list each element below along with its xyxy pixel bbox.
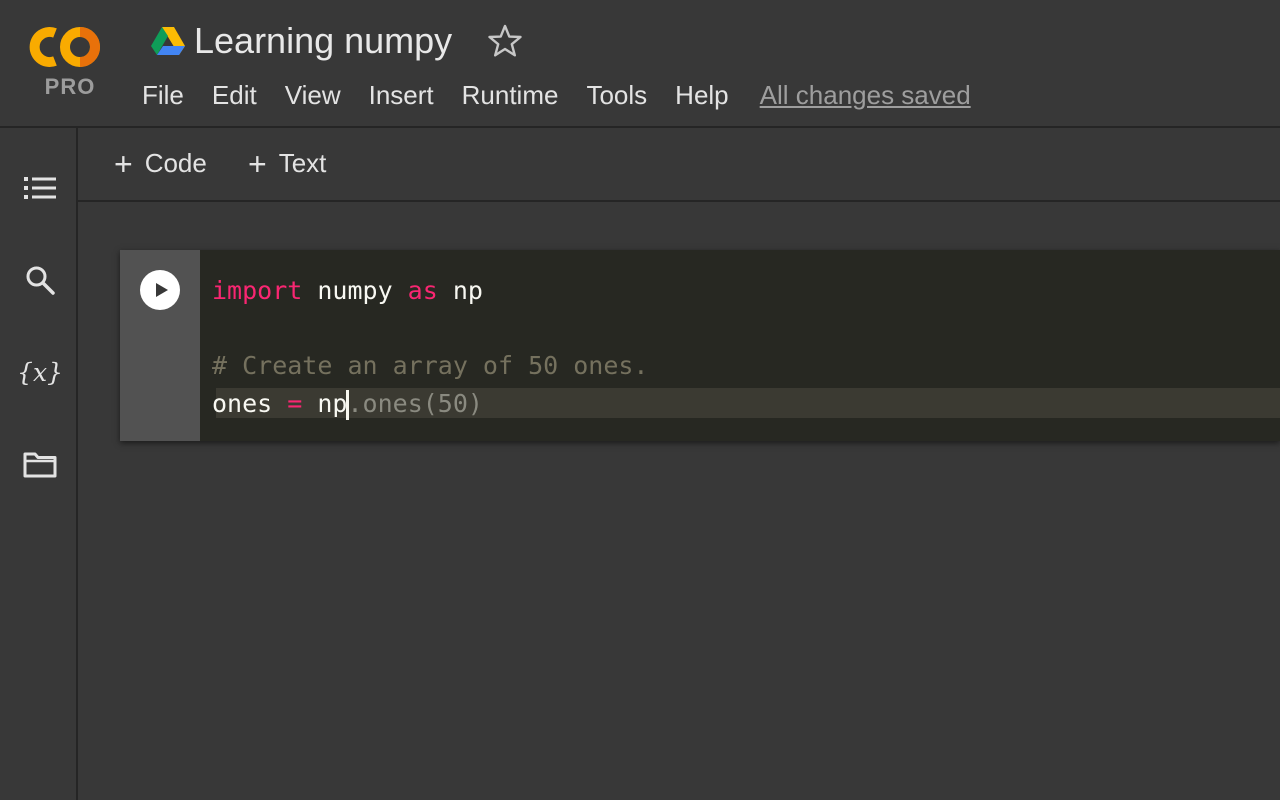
add-code-label: Code (144, 148, 207, 178)
menu-help[interactable]: Help (675, 80, 728, 111)
menu-file[interactable]: File (142, 80, 184, 111)
notebook-toolbar: + Code + Text (78, 128, 1280, 202)
run-cell-button[interactable] (140, 270, 180, 310)
add-code-cell-button[interactable]: + Code (114, 145, 207, 182)
menu-runtime[interactable]: Runtime (462, 80, 559, 111)
files-button[interactable] (22, 446, 58, 482)
code-line: ones = np.ones(50) (212, 389, 483, 420)
table-of-contents-icon (24, 177, 56, 199)
notebook-title[interactable]: Learning numpy (194, 20, 452, 62)
left-sidebar: {𝑥} (0, 128, 78, 800)
google-drive-icon[interactable] (151, 27, 185, 55)
menu-edit[interactable]: Edit (212, 80, 257, 111)
variables-button[interactable]: {𝑥} (17, 354, 63, 390)
menu-view[interactable]: View (285, 80, 341, 111)
add-text-label: Text (278, 148, 327, 178)
colab-logo[interactable]: PRO (28, 22, 112, 102)
menu-insert[interactable]: Insert (369, 80, 434, 111)
pro-label: PRO (44, 74, 96, 99)
variables-icon: {𝑥} (17, 357, 63, 387)
menu-bar: File Edit View Insert Runtime Tools Help… (142, 80, 999, 111)
header: PRO Learning numpy File Edit View Insert… (0, 0, 1280, 128)
play-icon (156, 283, 168, 297)
cell-gutter (120, 250, 200, 441)
star-icon[interactable] (487, 23, 523, 59)
code-comment-line: # Create an array of 50 ones. (212, 351, 649, 380)
code-cell[interactable]: import numpy as np # Create an array of … (120, 250, 1280, 441)
save-status-link[interactable]: All changes saved (760, 80, 971, 111)
autocomplete-suggestion: .ones(50) (347, 389, 483, 418)
colab-logo-icon (29, 27, 100, 67)
table-of-contents-button[interactable] (22, 170, 58, 206)
folder-icon (23, 452, 57, 478)
search-icon (26, 266, 55, 295)
add-text-cell-button[interactable]: + Text (248, 145, 327, 182)
search-button[interactable] (22, 262, 58, 298)
plus-icon: + (248, 145, 267, 182)
menu-tools[interactable]: Tools (586, 80, 647, 111)
plus-icon: + (114, 145, 133, 182)
code-line: import numpy as np (212, 276, 483, 305)
